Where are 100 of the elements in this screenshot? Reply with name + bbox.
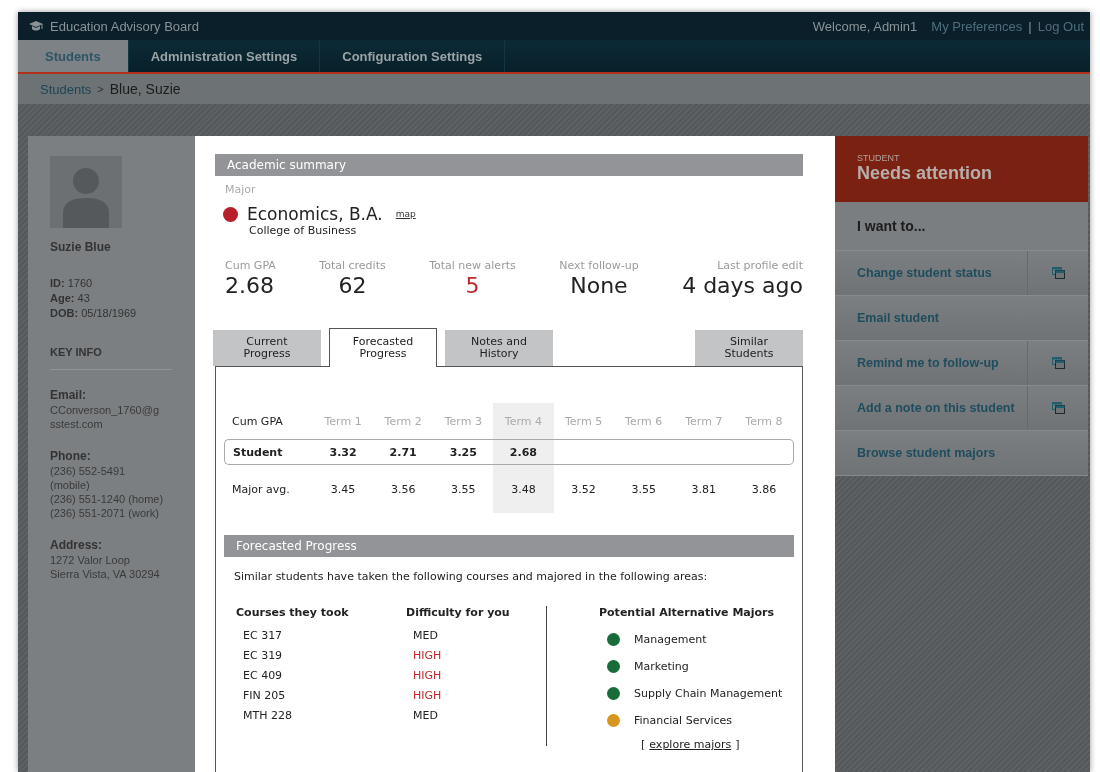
gpa-value: 3.86 bbox=[751, 482, 777, 496]
major-option: Supply Chain Management bbox=[634, 687, 783, 700]
intro-text: Similar students have taken the following courses and majored in the following areas: bbox=[234, 570, 709, 583]
window-icon[interactable] bbox=[1051, 402, 1065, 414]
link-separator: | bbox=[1028, 18, 1032, 34]
avatar-icon bbox=[50, 156, 122, 228]
column-header: Term 8 bbox=[744, 413, 784, 430]
gpa-value: 2.68 bbox=[509, 445, 537, 459]
column-header: Term 6 bbox=[624, 413, 664, 430]
content-tab[interactable]: Notes and History bbox=[445, 330, 553, 366]
fact-label: Age: bbox=[50, 292, 75, 304]
info-line: (236) 551-2071 (work) bbox=[50, 506, 160, 520]
actions-heading: I want to... bbox=[835, 202, 1088, 251]
major-option: Marketing bbox=[634, 660, 689, 673]
info-line: CConverson_1760@g bbox=[50, 403, 160, 417]
info-label: Address: bbox=[50, 538, 103, 552]
column-heading: Potential Alternative Majors bbox=[599, 606, 776, 619]
stat-label: Total new alerts bbox=[429, 259, 516, 272]
info-label: Phone: bbox=[50, 449, 92, 463]
bracket: [ bbox=[641, 738, 646, 751]
major-option: Financial Services bbox=[634, 714, 733, 727]
map-link[interactable]: map bbox=[395, 209, 416, 219]
section-header: Forecasted Progress bbox=[224, 535, 794, 557]
window-icon[interactable] bbox=[1051, 357, 1065, 369]
info-label: Email: bbox=[50, 388, 87, 402]
stat-label: Next follow-up bbox=[559, 259, 639, 272]
major-label: Major bbox=[225, 183, 257, 196]
difficulty-value: HIGH bbox=[412, 668, 443, 684]
content-tab[interactable]: Forecasted Progress bbox=[329, 328, 437, 367]
preferences-link[interactable]: My Preferences bbox=[931, 18, 1023, 34]
breadcrumb-current: Blue, Suzie bbox=[109, 81, 181, 97]
content-tab[interactable]: Current Progress bbox=[213, 330, 321, 366]
column-header: Term 4 bbox=[493, 403, 554, 439]
difficulty-value: HIGH bbox=[412, 648, 443, 664]
course-code: EC 319 bbox=[242, 648, 284, 664]
column-header: Term 7 bbox=[684, 413, 724, 430]
difficulty-value: HIGH bbox=[412, 688, 443, 704]
gpa-value: 3.81 bbox=[691, 482, 717, 496]
stat-label: Cum GPA bbox=[225, 259, 276, 272]
nav-tab[interactable]: Administration Settings bbox=[128, 40, 321, 72]
nav-tab[interactable]: Configuration Settings bbox=[320, 40, 506, 72]
info-line: Sierra Vista, VA 30294 bbox=[50, 567, 161, 581]
gpa-value: 3.55 bbox=[451, 482, 476, 496]
graduation-cap-icon bbox=[28, 20, 44, 32]
bracket: ] bbox=[735, 738, 740, 751]
window-icon[interactable] bbox=[1051, 267, 1065, 279]
course-code: FIN 205 bbox=[242, 688, 287, 704]
action-link[interactable]: Browse student majors bbox=[835, 431, 1088, 475]
table-header: Cum GPA bbox=[231, 413, 284, 430]
stat-value: None bbox=[570, 273, 628, 298]
column-header: Term 2 bbox=[383, 413, 423, 430]
status-label: STUDENT bbox=[857, 153, 901, 163]
row-label: Student bbox=[224, 439, 313, 465]
gpa-value: 3.48 bbox=[511, 482, 536, 496]
stat-value: 2.68 bbox=[225, 273, 274, 298]
info-line: sstest.com bbox=[50, 417, 104, 431]
student-name: Suzie Blue bbox=[50, 240, 112, 254]
info-line: (236) 552-5491 bbox=[50, 464, 127, 478]
column-header: Term 5 bbox=[563, 413, 604, 430]
welcome-text: Welcome, Admin1 bbox=[812, 18, 918, 34]
info-line: 1272 Valor Loop bbox=[50, 553, 131, 567]
gpa-value: 2.71 bbox=[389, 445, 417, 459]
gpa-value: 3.52 bbox=[571, 482, 596, 496]
stat-label: Total credits bbox=[319, 259, 386, 272]
gpa-value: 3.45 bbox=[330, 482, 356, 496]
breadcrumb-link[interactable]: Students bbox=[40, 81, 92, 97]
fact-value: 43 bbox=[77, 292, 90, 304]
difficulty-value: MED bbox=[412, 628, 439, 644]
fact-value: 05/18/1969 bbox=[81, 307, 137, 319]
stat-value: 5 bbox=[465, 273, 480, 298]
gpa-value: 3.56 bbox=[390, 482, 416, 496]
action-link[interactable]: Email student bbox=[835, 296, 1088, 340]
info-line: (236) 551-1240 (home) bbox=[50, 492, 165, 506]
key-info-heading: KEY INFO bbox=[50, 346, 172, 370]
column-heading: Difficulty for you bbox=[406, 606, 511, 619]
info-line: (mobile) bbox=[50, 478, 91, 492]
status-text: Needs attention bbox=[857, 163, 994, 184]
content-tab[interactable]: Similar Students bbox=[695, 330, 803, 366]
fact-value: 1760 bbox=[67, 277, 93, 289]
explore-majors-link[interactable]: explore majors bbox=[649, 738, 732, 751]
column-header: Term 3 bbox=[443, 413, 483, 430]
app-title: Education Advisory Board bbox=[50, 18, 199, 34]
major-option: Management bbox=[634, 633, 707, 646]
breadcrumb-separator: > bbox=[97, 83, 104, 95]
row-label: Major avg. bbox=[231, 481, 291, 498]
stat-label: Last profile edit bbox=[717, 259, 803, 272]
column-heading: Courses they took bbox=[236, 606, 350, 619]
course-code: MTH 228 bbox=[242, 708, 293, 724]
stat-value: 62 bbox=[338, 273, 367, 298]
logout-link[interactable]: Log Out bbox=[1037, 18, 1084, 34]
nav-tab[interactable]: Students bbox=[18, 40, 129, 72]
column-header: Term 1 bbox=[323, 413, 363, 430]
gpa-value: 3.55 bbox=[631, 482, 656, 496]
fact-label: DOB: bbox=[50, 307, 79, 319]
difficulty-value: MED bbox=[412, 708, 439, 724]
course-code: EC 317 bbox=[242, 628, 284, 644]
major-name: Economics, B.A. bbox=[247, 204, 383, 224]
course-code: EC 409 bbox=[242, 668, 284, 684]
stat-value: 4 days ago bbox=[682, 273, 803, 298]
gpa-value: 3.25 bbox=[449, 445, 477, 459]
